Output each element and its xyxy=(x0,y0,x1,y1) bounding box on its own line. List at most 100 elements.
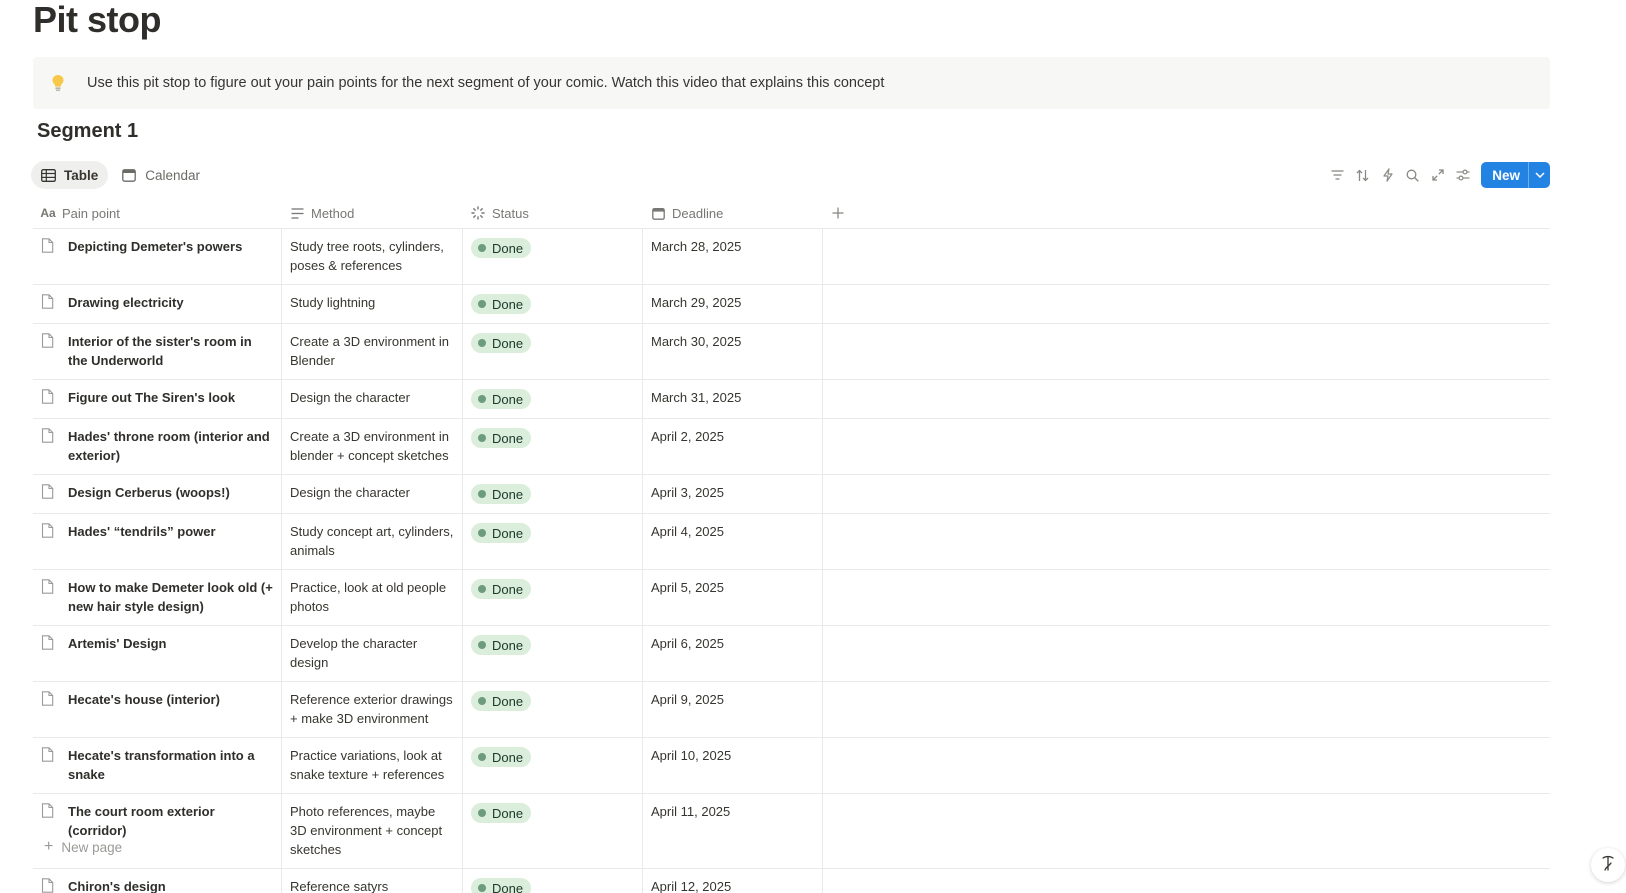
cell-method[interactable]: Study lightning xyxy=(282,285,463,323)
table-row[interactable]: Depicting Demeter's powers Study tree roo… xyxy=(33,229,1550,285)
cell-deadline[interactable]: March 31, 2025 xyxy=(643,380,823,418)
automation-icon[interactable] xyxy=(1375,161,1400,189)
cell-method[interactable]: Study concept art, cylinders, animals xyxy=(282,514,463,569)
cell-pain-point[interactable]: Hades' “tendrils” power xyxy=(33,514,282,569)
table-row[interactable]: Hades' throne room (interior and exterio… xyxy=(33,419,1550,475)
cell-status[interactable]: Done xyxy=(463,682,643,737)
cell-deadline[interactable]: April 5, 2025 xyxy=(643,570,823,625)
cell-empty[interactable] xyxy=(823,738,1550,793)
cell-method[interactable]: Practice, look at old people photos xyxy=(282,570,463,625)
table-row[interactable]: Chiron's design Reference satyrs Done April… xyxy=(33,869,1550,893)
cell-status[interactable]: Done xyxy=(463,380,643,418)
cell-deadline[interactable]: April 4, 2025 xyxy=(643,514,823,569)
table-row[interactable]: Figure out The Siren's look Design the ch… xyxy=(33,380,1550,419)
cell-pain-point[interactable]: Chiron's design xyxy=(33,869,282,893)
cell-method[interactable]: Design the character xyxy=(282,380,463,418)
pain-point-text: Drawing electricity xyxy=(68,295,184,310)
column-header-deadline[interactable]: Deadline xyxy=(643,198,823,228)
cell-empty[interactable] xyxy=(823,794,1550,868)
cell-pain-point[interactable]: The court room exterior (corridor) xyxy=(33,794,282,868)
column-header-method[interactable]: Method xyxy=(282,198,463,228)
cell-deadline[interactable]: March 28, 2025 xyxy=(643,229,823,284)
cell-pain-point[interactable]: Hades' throne room (interior and exterio… xyxy=(33,419,282,474)
cell-deadline[interactable]: April 10, 2025 xyxy=(643,738,823,793)
cell-method[interactable]: Design the character xyxy=(282,475,463,513)
cell-empty[interactable] xyxy=(823,229,1550,284)
cell-deadline[interactable]: April 11, 2025 xyxy=(643,794,823,868)
table-row[interactable]: Hades' “tendrils” power Study concept art… xyxy=(33,514,1550,570)
cell-status[interactable]: Done xyxy=(463,229,643,284)
filter-icon[interactable] xyxy=(1325,161,1350,189)
table-row[interactable]: Design Cerberus (woops!) Design the chara… xyxy=(33,475,1550,514)
cell-status[interactable]: Done xyxy=(463,514,643,569)
cell-status[interactable]: Done xyxy=(463,626,643,681)
method-text: Practice variations, look at snake textu… xyxy=(290,748,445,782)
cell-pain-point[interactable]: How to make Demeter look old (+ new hair… xyxy=(33,570,282,625)
cell-status[interactable]: Done xyxy=(463,475,643,513)
cell-pain-point[interactable]: Design Cerberus (woops!) xyxy=(33,475,282,513)
cell-method[interactable]: Develop the character design xyxy=(282,626,463,681)
cell-pain-point[interactable]: Figure out The Siren's look xyxy=(33,380,282,418)
cell-empty[interactable] xyxy=(823,380,1550,418)
search-icon[interactable] xyxy=(1400,161,1425,189)
tab-calendar[interactable]: Calendar xyxy=(112,161,210,189)
sort-icon[interactable] xyxy=(1350,161,1375,189)
cell-deadline[interactable]: March 29, 2025 xyxy=(643,285,823,323)
cell-status[interactable]: Done xyxy=(463,419,643,474)
cell-pain-point[interactable]: Depicting Demeter's powers xyxy=(33,229,282,284)
cell-pain-point[interactable]: Artemis' Design xyxy=(33,626,282,681)
column-header-status[interactable]: Status xyxy=(463,198,643,228)
cell-method[interactable]: Practice variations, look at snake textu… xyxy=(282,738,463,793)
cell-empty[interactable] xyxy=(823,570,1550,625)
cell-empty[interactable] xyxy=(823,626,1550,681)
cell-pain-point[interactable]: Hecate's house (interior) xyxy=(33,682,282,737)
cell-status[interactable]: Done xyxy=(463,570,643,625)
cell-deadline[interactable]: April 3, 2025 xyxy=(643,475,823,513)
cell-pain-point[interactable]: Interior of the sister's room in the Und… xyxy=(33,324,282,379)
cell-status[interactable]: Done xyxy=(463,869,643,893)
cell-empty[interactable] xyxy=(823,285,1550,323)
table-row[interactable]: Hecate's house (interior) Reference exter… xyxy=(33,682,1550,738)
column-header-pain-point[interactable]: Aa Pain point xyxy=(33,198,282,228)
cell-status[interactable]: Done xyxy=(463,794,643,868)
new-button[interactable]: New xyxy=(1481,162,1550,188)
cell-deadline[interactable]: April 9, 2025 xyxy=(643,682,823,737)
tab-table[interactable]: Table xyxy=(31,161,109,189)
cell-empty[interactable] xyxy=(823,419,1550,474)
cell-pain-point[interactable]: Drawing electricity xyxy=(33,285,282,323)
cell-empty[interactable] xyxy=(823,682,1550,737)
table-row[interactable]: Artemis' Design Develop the character des… xyxy=(33,626,1550,682)
cell-empty[interactable] xyxy=(823,514,1550,569)
cell-empty[interactable] xyxy=(823,475,1550,513)
page-title[interactable]: Pit stop xyxy=(33,0,162,40)
chevron-down-icon[interactable] xyxy=(1528,162,1550,188)
table-row[interactable]: Drawing electricity Study lightning Done Ma… xyxy=(33,285,1550,324)
cell-empty[interactable] xyxy=(823,324,1550,379)
pain-point-text: Hecate's house (interior) xyxy=(68,692,220,707)
table-row[interactable]: Interior of the sister's room in the Und… xyxy=(33,324,1550,380)
settings-icon[interactable] xyxy=(1450,161,1475,189)
cell-method[interactable]: Reference exterior drawings + make 3D en… xyxy=(282,682,463,737)
cell-pain-point[interactable]: Hecate's transformation into a snake xyxy=(33,738,282,793)
cell-method[interactable]: Photo references, maybe 3D environment +… xyxy=(282,794,463,868)
cell-deadline[interactable]: April 6, 2025 xyxy=(643,626,823,681)
deadline-text: March 28, 2025 xyxy=(651,239,742,254)
cell-deadline[interactable]: April 12, 2025 xyxy=(643,869,823,893)
cell-status[interactable]: Done xyxy=(463,324,643,379)
cell-empty[interactable] xyxy=(823,869,1550,893)
expand-icon[interactable] xyxy=(1425,161,1450,189)
help-button[interactable] xyxy=(1591,848,1625,882)
table-row[interactable]: The court room exterior (corridor) Photo … xyxy=(33,794,1550,869)
cell-method[interactable]: Reference satyrs xyxy=(282,869,463,893)
table-row[interactable]: How to make Demeter look old (+ new hair… xyxy=(33,570,1550,626)
add-column-button[interactable] xyxy=(823,198,1550,228)
cell-method[interactable]: Create a 3D environment in blender + con… xyxy=(282,419,463,474)
cell-method[interactable]: Study tree roots, cylinders, poses & ref… xyxy=(282,229,463,284)
cell-deadline[interactable]: March 30, 2025 xyxy=(643,324,823,379)
cell-status[interactable]: Done xyxy=(463,285,643,323)
cell-status[interactable]: Done xyxy=(463,738,643,793)
table-row[interactable]: Hecate's transformation into a snake Prac… xyxy=(33,738,1550,794)
new-page-button[interactable]: + New page xyxy=(44,838,122,856)
cell-method[interactable]: Create a 3D environment in Blender xyxy=(282,324,463,379)
cell-deadline[interactable]: April 2, 2025 xyxy=(643,419,823,474)
